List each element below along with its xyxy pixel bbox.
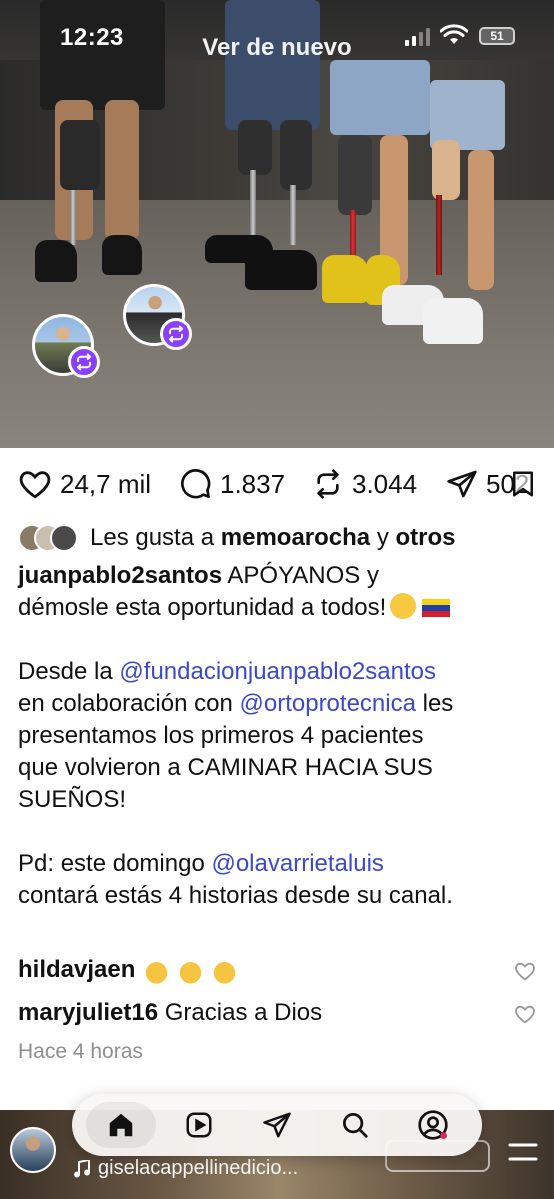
battery-level: 51 xyxy=(490,29,504,43)
repost-button[interactable]: 3.044 xyxy=(312,462,417,506)
post-timestamp: Hace 4 horas xyxy=(18,1040,143,1063)
liked-by-conj: y xyxy=(376,524,389,551)
signal-icon xyxy=(405,28,430,46)
caption-line: SUEÑOS! xyxy=(18,786,127,813)
heart-icon xyxy=(19,471,51,499)
post-caption: juanpablo2santos APÓYANOS y démosle esta… xyxy=(18,560,543,912)
liked-by-user[interactable]: memoarocha xyxy=(221,524,370,552)
comment-row[interactable]: hildavjaen xyxy=(18,952,538,988)
comment-user[interactable]: maryjuliet16 xyxy=(18,999,158,1027)
caption-line: les xyxy=(422,690,454,717)
comment-like-heart-icon[interactable] xyxy=(514,1003,536,1025)
comment-button[interactable]: 1.837 xyxy=(180,462,285,506)
comments-count: 1.837 xyxy=(220,468,286,499)
status-bar: 12:23 Ver de nuevo 51 xyxy=(0,0,554,70)
likes-count: 24,7 mil xyxy=(60,468,152,499)
reel-user-avatar[interactable] xyxy=(10,1127,56,1173)
reels-icon xyxy=(186,1112,212,1138)
reel-music-label: giselacappellinedicio... xyxy=(98,1157,299,1179)
reposts-count: 3.044 xyxy=(352,468,418,499)
battery-icon: 51 xyxy=(479,27,515,45)
send-icon xyxy=(263,1112,291,1138)
caption-line: en colaboración con xyxy=(18,690,233,717)
caption-line: contará estás 4 historias desde su canal… xyxy=(18,882,453,909)
liked-by-line[interactable]: Les gusta a memoarocha y otros xyxy=(18,522,548,554)
music-icon xyxy=(74,1159,90,1177)
reel-music[interactable]: giselacappellinedicio... xyxy=(74,1157,298,1180)
bottom-nav xyxy=(72,1094,482,1156)
comment-like-heart-icon[interactable] xyxy=(514,960,536,982)
comment-icon xyxy=(181,469,211,499)
caption-line: Pd: este domingo xyxy=(18,850,205,877)
mention-fundacion[interactable]: @fundacionjuanpablo2santos xyxy=(119,658,436,685)
caption-author[interactable]: juanpablo2santos xyxy=(18,562,222,589)
save-button[interactable] xyxy=(508,468,538,505)
caption-line: que volvieron a CAMINAR HACIA SUS xyxy=(18,754,433,781)
mention-ortoprotecnica[interactable]: @ortoprotecnica xyxy=(240,690,416,717)
nav-search[interactable] xyxy=(320,1102,390,1148)
venezuela-flag-icon xyxy=(422,599,451,617)
liked-by-prefix: Les gusta a xyxy=(90,524,215,551)
bookmark-icon xyxy=(513,471,533,497)
search-icon xyxy=(343,1113,368,1138)
clapping-hands-icon xyxy=(211,956,242,984)
repost-badge-icon xyxy=(68,346,100,378)
clapping-hands-icon xyxy=(143,956,174,984)
clapping-hands-icon xyxy=(177,956,208,984)
like-button[interactable]: 24,7 mil xyxy=(18,462,151,506)
watch-again-label[interactable]: Ver de nuevo xyxy=(0,34,554,62)
wifi-icon xyxy=(439,24,469,51)
nav-send[interactable] xyxy=(242,1102,312,1148)
repost-badge-icon xyxy=(160,318,192,350)
repost-icon xyxy=(317,469,339,499)
caption-line: démosle esta oportunidad a todos! xyxy=(18,594,387,621)
share-icon xyxy=(447,470,477,498)
liked-by-others[interactable]: otros xyxy=(396,524,456,552)
caption-line: Desde la xyxy=(18,658,113,685)
post-actions: 24,7 mil 1.837 3.044 502 xyxy=(0,462,554,506)
profile-icon xyxy=(418,1110,448,1140)
menu-icon[interactable] xyxy=(508,1142,538,1162)
home-icon xyxy=(109,1113,133,1137)
mention-olavarrietaluis[interactable]: @olavarrietaluis xyxy=(211,850,383,877)
nav-home[interactable] xyxy=(86,1102,156,1148)
comment-user[interactable]: hildavjaen xyxy=(18,956,135,984)
liked-by-avatars xyxy=(18,524,78,552)
comment-text: Gracias a Dios xyxy=(164,999,323,1026)
nav-reels[interactable] xyxy=(164,1102,234,1148)
pleading-face-icon xyxy=(390,593,417,619)
caption-line: APÓYANOS y xyxy=(227,562,379,589)
caption-line: presentamos los primeros 4 pacientes xyxy=(18,722,424,749)
comment-row[interactable]: maryjuliet16 Gracias a Dios xyxy=(18,995,538,1031)
nav-profile[interactable] xyxy=(398,1102,468,1148)
